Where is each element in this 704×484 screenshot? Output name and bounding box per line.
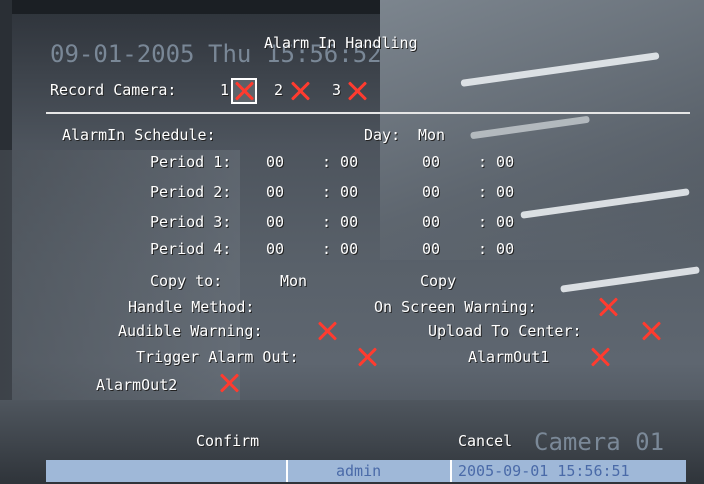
status-bar-separator <box>450 460 452 482</box>
status-bar-separator <box>286 460 288 482</box>
period-1-label: Period 1: <box>150 153 232 171</box>
osd-camera-name: Camera 01 <box>534 428 665 456</box>
period-2-start-minute[interactable]: : 00 <box>322 183 358 201</box>
period-2-label: Period 2: <box>150 183 232 201</box>
day-label: Day: <box>364 126 401 144</box>
period-3-label: Period 3: <box>150 213 232 231</box>
period-4-end-hour[interactable]: 00 <box>422 240 440 258</box>
period-1-start-minute[interactable]: : 00 <box>322 153 358 171</box>
period-4-start-minute[interactable]: : 00 <box>322 240 358 258</box>
period-3-start-hour[interactable]: 00 <box>266 213 284 231</box>
handle-method-label: Handle Method: <box>128 298 255 316</box>
record-camera-3-label: 3 <box>332 81 342 99</box>
record-camera-3-checkbox[interactable] <box>346 80 368 102</box>
copy-button[interactable]: Copy <box>420 272 456 290</box>
record-camera-2-checkbox[interactable] <box>289 80 311 102</box>
cancel-button[interactable]: Cancel <box>458 432 512 450</box>
period-3-end-hour[interactable]: 00 <box>422 213 440 231</box>
alarmin-schedule-label: AlarmIn Schedule: <box>62 126 216 144</box>
period-1-start-hour[interactable]: 00 <box>266 153 284 171</box>
period-4-end-minute[interactable]: : 00 <box>478 240 514 258</box>
audible-warning-checkbox[interactable] <box>316 320 338 342</box>
osd-date: 09-01-2005 <box>50 40 195 68</box>
period-2-start-hour[interactable]: 00 <box>266 183 284 201</box>
copy-to-label: Copy to: <box>150 272 223 290</box>
status-datetime: 2005-09-01 15:56:51 <box>458 462 630 480</box>
alarm-out-1-checkbox[interactable] <box>589 346 611 368</box>
divider <box>46 112 690 114</box>
period-2-end-hour[interactable]: 00 <box>422 183 440 201</box>
copy-to-select[interactable]: Mon <box>280 272 307 290</box>
alarm-out-1-label: AlarmOut1 <box>468 348 550 366</box>
alarm-out-2-checkbox[interactable] <box>218 372 240 394</box>
audible-warning-label: Audible Warning: <box>118 322 263 340</box>
period-4-start-hour[interactable]: 00 <box>266 240 284 258</box>
alarm-out-2-label: AlarmOut2 <box>96 376 178 394</box>
on-screen-warning-checkbox[interactable] <box>597 296 619 318</box>
alarm-in-handling-menu: 09-01-2005 Thu 15:56:52 Camera 01 Alarm … <box>0 0 704 484</box>
page-title: Alarm In Handling <box>264 34 418 52</box>
upload-to-center-checkbox[interactable] <box>640 320 662 342</box>
record-camera-1-checkbox[interactable] <box>231 78 257 104</box>
on-screen-warning-label: On Screen Warning: <box>374 298 537 316</box>
trigger-alarm-out-label: Trigger Alarm Out: <box>136 348 299 366</box>
osd-day: Thu <box>208 40 252 68</box>
period-4-label: Period 4: <box>150 240 232 258</box>
period-1-end-hour[interactable]: 00 <box>422 153 440 171</box>
day-select[interactable]: Mon <box>418 126 445 144</box>
confirm-button[interactable]: Confirm <box>196 432 259 450</box>
period-1-end-minute[interactable]: : 00 <box>478 153 514 171</box>
upload-to-center-label: Upload To Center: <box>428 322 582 340</box>
record-camera-2-label: 2 <box>274 81 284 99</box>
record-camera-label: Record Camera: <box>50 81 177 99</box>
status-bar: admin 2005-09-01 15:56:51 <box>46 460 686 482</box>
period-3-start-minute[interactable]: : 00 <box>322 213 358 231</box>
status-user: admin <box>336 462 382 480</box>
period-3-end-minute[interactable]: : 00 <box>478 213 514 231</box>
record-camera-1-label: 1 <box>220 81 230 99</box>
trigger-alarm-out-checkbox[interactable] <box>356 346 378 368</box>
period-2-end-minute[interactable]: : 00 <box>478 183 514 201</box>
